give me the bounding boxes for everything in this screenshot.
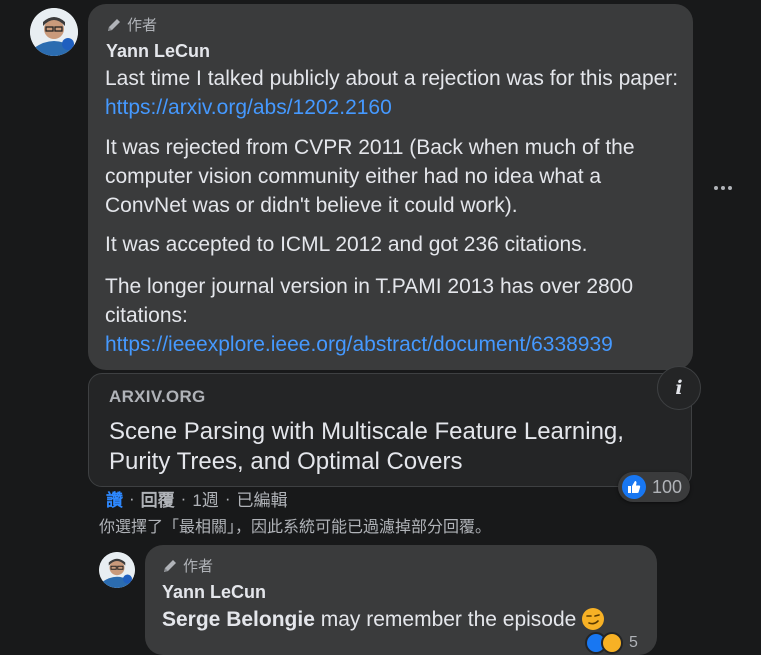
comment-paragraph: It was accepted to ICML 2012 and got 236… [105,233,588,256]
avatar[interactable] [99,552,135,588]
comment-actions: 讚 · 回覆 · 1週 · 已編輯 [106,486,287,511]
author-badge: 作者 [106,14,157,35]
reply-author-name[interactable]: Yann LeCun [162,582,266,603]
comment-paragraph: Last time I talked publicly about a reje… [105,64,685,122]
ieee-link[interactable]: https://ieeexplore.ieee.org/abstract/doc… [105,333,613,356]
more-options-icon[interactable] [710,178,736,198]
comment-author-name[interactable]: Yann LeCun [106,41,210,62]
thumbs-up-icon [622,475,646,499]
comment-text: Last time I talked publicly about a reje… [105,67,679,90]
comment-paragraph: The longer journal version in T.PAMI 201… [105,272,685,359]
haha-icon [601,632,623,654]
info-glyph: i [675,377,683,399]
pencil-icon [164,559,176,572]
preview-domain: ARXIV.ORG [109,387,206,406]
reply-body: may remember the episode [314,608,583,631]
edited-label[interactable]: 已編輯 [236,486,287,511]
author-badge-label: 作者 [127,17,158,34]
separator: · [224,488,231,508]
comment-paragraph: It was rejected from CVPR 2011 (Back whe… [105,136,635,217]
timestamp[interactable]: 1週 [192,486,218,511]
arxiv-link[interactable]: https://arxiv.org/abs/1202.2160 [105,96,392,119]
reply-text: Serge Belongie may remember the episode [162,605,652,634]
reply-reaction-count: 5 [629,634,638,651]
separator: · [129,488,135,508]
filter-note: 你選擇了「最相關」，因此系統可能已過濾掉部分回覆。 [99,519,492,536]
reaction-count: 100 [652,476,683,497]
avatar[interactable] [30,8,78,56]
reply-button[interactable]: 回覆 [141,486,175,511]
comment-text: The longer journal version in T.PAMI 201… [105,275,634,327]
profile-photo [99,552,135,588]
separator: · [180,488,187,508]
reaction-summary[interactable]: 100 [618,472,691,502]
pencil-icon [108,18,120,31]
preview-title: Scene Parsing with Multiscale Feature Le… [109,418,624,475]
reply-reaction-summary[interactable]: 5 [585,632,638,654]
info-icon[interactable]: i [657,366,701,410]
author-badge-label: 作者 [183,558,214,575]
reply-bubble: 作者 Yann LeCun Serge Belongie may remembe… [145,545,657,655]
author-badge: 作者 [162,555,213,576]
profile-photo [30,8,78,56]
comment-bubble: 作者 Yann LeCun Last time I talked publicl… [88,4,693,370]
link-preview-card[interactable]: ARXIV.ORG Scene Parsing with Multiscale … [88,373,692,487]
smirking-face-emoji [582,608,605,630]
like-button[interactable]: 讚 [106,486,123,511]
mention-link[interactable]: Serge Belongie [162,608,315,631]
